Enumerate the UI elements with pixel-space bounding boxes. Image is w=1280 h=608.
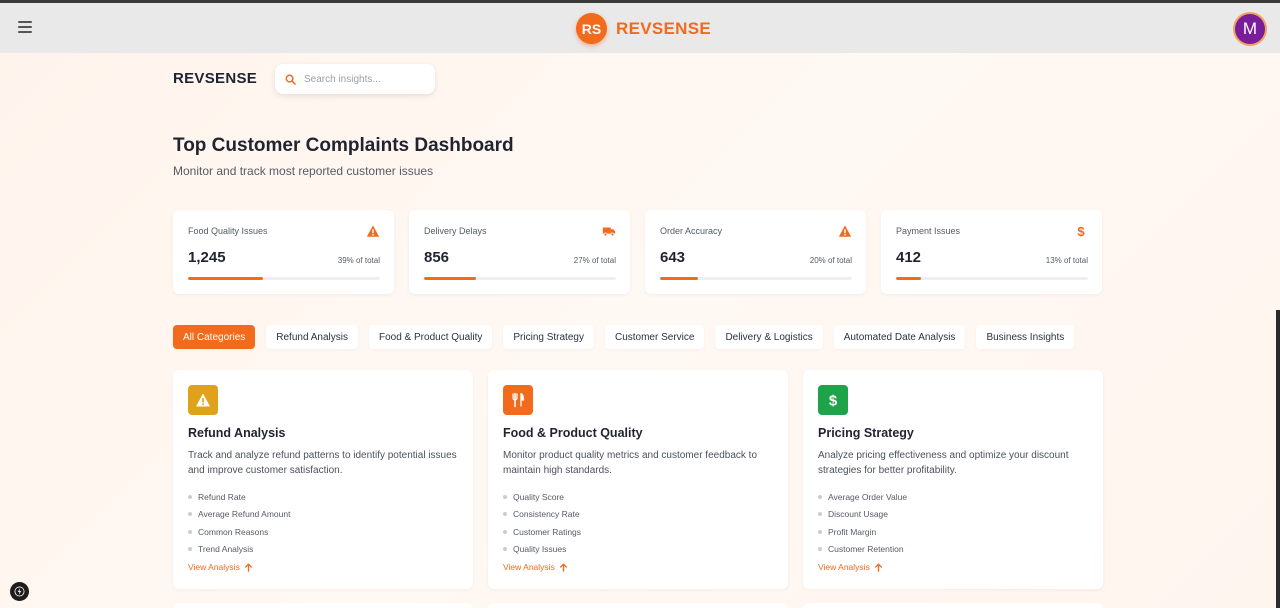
stat-progress-fill	[424, 277, 476, 280]
stat-progress-bar	[188, 277, 380, 280]
stat-progress-bar	[896, 277, 1088, 280]
stat-label: Payment Issues	[896, 226, 961, 236]
filter-customer-service[interactable]: Customer Service	[604, 325, 705, 349]
arrow-up-icon	[244, 562, 252, 572]
filter-automated-date-analysis[interactable]: Automated Date Analysis	[833, 325, 966, 349]
list-item: Trend Analysis	[188, 541, 290, 559]
filter-refund-analysis[interactable]: Refund Analysis	[266, 325, 358, 349]
page-subtitle: Monitor and track most reported customer…	[173, 164, 434, 178]
list-item: Profit Margin	[818, 523, 907, 541]
lightning-icon	[14, 586, 25, 597]
brand-name: REVSENSE	[616, 18, 711, 38]
card-icon-tile: $	[818, 385, 848, 415]
list-item: Consistency Rate	[503, 506, 581, 524]
stat-value: 856	[424, 249, 450, 266]
user-avatar[interactable]: M	[1235, 14, 1265, 44]
warning-icon	[196, 393, 210, 407]
card-title: Refund Analysis	[188, 426, 286, 440]
filter-delivery-logistics[interactable]: Delivery & Logistics	[715, 325, 823, 349]
view-analysis-link[interactable]: View Analysis	[188, 562, 253, 572]
header-brand[interactable]: RS REVSENSE	[576, 13, 711, 44]
card-icon-tile	[188, 385, 218, 415]
arrow-up-icon	[559, 562, 567, 572]
card-partial[interactable]	[488, 603, 788, 608]
view-analysis-label: View Analysis	[188, 562, 240, 572]
stat-percent: 13% of total	[1045, 256, 1088, 265]
stat-progress-bar	[424, 277, 616, 280]
stat-card-order-accuracy[interactable]: Order Accuracy 643 20% of total	[645, 210, 866, 294]
card-title: Pricing Strategy	[818, 426, 914, 440]
dollar-icon: $	[1077, 224, 1085, 238]
truck-icon	[602, 227, 616, 237]
svg-text:$: $	[1077, 224, 1085, 238]
list-item: Quality Score	[503, 488, 581, 506]
warning-icon	[838, 225, 852, 237]
search-icon	[285, 74, 296, 85]
view-analysis-label: View Analysis	[503, 562, 555, 572]
card-metrics-list: Average Order Value Discount Usage Profi…	[818, 488, 907, 558]
page-brand: REVSENSE	[173, 70, 258, 87]
stat-progress-bar	[660, 277, 852, 280]
view-analysis-link[interactable]: View Analysis	[818, 562, 883, 572]
stat-percent: 39% of total	[337, 256, 380, 265]
stat-progress-fill	[660, 277, 699, 280]
filter-pricing-strategy[interactable]: Pricing Strategy	[503, 325, 594, 349]
hamburger-menu-icon[interactable]	[18, 21, 32, 33]
stat-label: Food Quality Issues	[188, 226, 268, 236]
category-filters: All Categories Refund Analysis Food & Pr…	[173, 325, 1075, 349]
dev-tools-button[interactable]	[10, 582, 29, 601]
stat-progress-fill	[188, 277, 263, 280]
card-description: Analyze pricing effectiveness and optimi…	[818, 450, 1069, 476]
card-food-product-quality[interactable]: Food & Product Quality Monitor product q…	[488, 370, 788, 589]
card-refund-analysis[interactable]: Refund Analysis Track and analyze refund…	[173, 370, 473, 589]
list-item: Discount Usage	[818, 506, 907, 524]
list-item: Average Refund Amount	[188, 506, 290, 524]
card-partial[interactable]	[803, 603, 1103, 608]
list-item: Average Order Value	[818, 488, 907, 506]
list-item: Common Reasons	[188, 523, 290, 541]
card-partial[interactable]	[173, 603, 473, 608]
card-metrics-list: Quality Score Consistency Rate Customer …	[503, 488, 581, 558]
view-analysis-label: View Analysis	[818, 562, 870, 572]
top-bar: RS REVSENSE M	[0, 0, 1280, 53]
list-item: Customer Retention	[818, 541, 907, 559]
stat-percent: 20% of total	[809, 256, 852, 265]
filter-food-product-quality[interactable]: Food & Product Quality	[368, 325, 493, 349]
stat-percent: 27% of total	[573, 256, 616, 265]
stat-value: 412	[896, 249, 922, 266]
stat-progress-fill	[896, 277, 921, 280]
stat-card-payment-issues[interactable]: Payment Issues $ 412 13% of total	[881, 210, 1102, 294]
view-analysis-link[interactable]: View Analysis	[503, 562, 568, 572]
stat-value: 1,245	[188, 249, 226, 266]
filter-business-insights[interactable]: Business Insights	[976, 325, 1075, 349]
page-title: Top Customer Complaints Dashboard	[173, 135, 514, 156]
stat-card-delivery-delays[interactable]: Delivery Delays 856 27% of total	[409, 210, 630, 294]
card-icon-tile	[503, 385, 533, 415]
card-title: Food & Product Quality	[503, 426, 643, 440]
dollar-icon: $	[829, 393, 838, 409]
card-description: Track and analyze refund patterns to ide…	[188, 450, 457, 476]
stat-card-food-quality[interactable]: Food Quality Issues 1,245 39% of total	[173, 210, 394, 294]
svg-text:$: $	[829, 393, 838, 409]
scrollbar[interactable]	[1276, 310, 1280, 608]
utensils-icon	[512, 392, 525, 408]
search-box[interactable]	[275, 64, 435, 94]
list-item: Quality Issues	[503, 541, 581, 559]
list-item: Customer Ratings	[503, 523, 581, 541]
search-input[interactable]	[304, 73, 424, 85]
stat-value: 643	[660, 249, 686, 266]
filter-all-categories[interactable]: All Categories	[173, 325, 256, 349]
stat-label: Order Accuracy	[660, 226, 723, 236]
arrow-up-icon	[874, 562, 882, 572]
stat-label: Delivery Delays	[424, 226, 487, 236]
brand-logo: RS	[576, 13, 607, 44]
card-description: Monitor product quality metrics and cust…	[503, 450, 758, 476]
list-item: Refund Rate	[188, 488, 290, 506]
card-pricing-strategy[interactable]: $ Pricing Strategy Analyze pricing effec…	[803, 370, 1103, 589]
warning-icon	[366, 225, 380, 237]
card-metrics-list: Refund Rate Average Refund Amount Common…	[188, 488, 290, 558]
